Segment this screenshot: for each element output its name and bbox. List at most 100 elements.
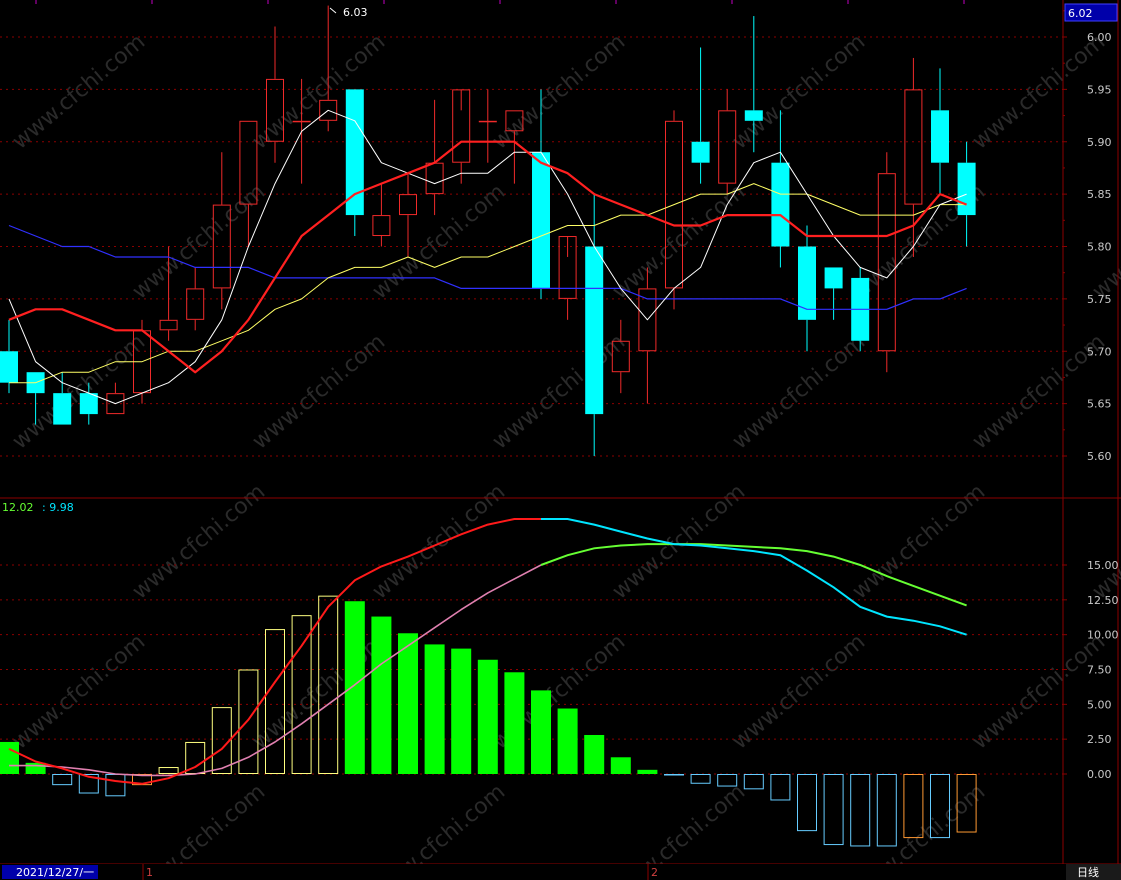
watermark-text: www.cfchi.com	[728, 329, 870, 454]
candle-body	[532, 152, 550, 289]
price-tick-label: 5.75	[1087, 293, 1112, 306]
macd-tick-label: 15.00	[1087, 559, 1119, 572]
macd-tick-label: 5.00	[1087, 698, 1112, 711]
macd-tick-label: 12.50	[1087, 594, 1119, 607]
high-price-marker	[329, 7, 337, 14]
candle[interactable]	[399, 173, 417, 257]
macd-bar[interactable]	[451, 648, 472, 774]
candle-body	[478, 120, 497, 123]
macd-bar[interactable]	[690, 774, 711, 784]
candle-body	[372, 215, 391, 237]
macd-bar[interactable]	[25, 762, 46, 774]
candle-body	[159, 319, 178, 331]
dif-value: 12.02	[2, 501, 34, 514]
macd-bar[interactable]	[850, 774, 871, 847]
macd-bar[interactable]	[344, 601, 365, 774]
candle-body	[744, 110, 763, 121]
macd-bar[interactable]	[424, 644, 445, 774]
macd-bar[interactable]	[823, 774, 844, 846]
candle[interactable]	[106, 382, 125, 415]
candle-body	[585, 246, 604, 415]
watermark-text: www.cfchi.com	[8, 629, 150, 754]
candle-body	[718, 110, 737, 184]
watermark-text: www.cfchi.com	[728, 629, 870, 754]
candle-body	[771, 162, 790, 247]
macd-bar[interactable]	[0, 741, 19, 774]
candle-body	[345, 89, 364, 216]
candle-body	[53, 393, 72, 425]
macd-bar[interactable]	[371, 616, 392, 774]
candle[interactable]	[186, 267, 205, 331]
macd-bar[interactable]	[743, 774, 764, 790]
candle[interactable]	[452, 89, 471, 184]
candle-body	[399, 194, 417, 216]
candle[interactable]	[798, 225, 816, 352]
macd-bar[interactable]	[105, 774, 126, 797]
candle[interactable]	[53, 372, 72, 425]
macd-bar[interactable]	[876, 774, 897, 847]
month-label-2: 2	[651, 866, 658, 879]
macd-bar[interactable]	[52, 774, 73, 786]
dea-value: : 9.98	[42, 501, 74, 514]
candle[interactable]	[345, 89, 364, 237]
macd-tick-label: 7.50	[1087, 664, 1112, 677]
candle[interactable]	[824, 267, 843, 320]
candle-body	[957, 162, 976, 216]
candle-body	[292, 120, 311, 123]
candle-body	[904, 89, 923, 205]
watermark-text: www.cfchi.com	[608, 179, 750, 304]
candle[interactable]	[931, 68, 949, 195]
price-tick-label: 6.00	[1087, 31, 1112, 44]
price-tick-label: 5.65	[1087, 398, 1112, 411]
candle[interactable]	[0, 319, 18, 394]
candle-body	[79, 393, 98, 415]
macd-bar[interactable]	[557, 708, 578, 774]
macd-bar[interactable]	[770, 774, 791, 801]
watermark-text: www.cfchi.com	[728, 29, 870, 154]
candle-body	[425, 162, 444, 195]
watermark-text: www.cfchi.com	[8, 29, 150, 154]
macd-tick-label: 0.00	[1087, 768, 1112, 781]
month-label-1: 1	[146, 866, 153, 879]
macd-bar[interactable]	[398, 633, 418, 774]
macd-bar[interactable]	[610, 757, 631, 774]
high-price-annotation: 6.03	[343, 6, 368, 19]
price-tick-label: 5.80	[1087, 241, 1112, 254]
watermark-text: www.cfchi.com	[488, 29, 630, 154]
macd-bar[interactable]	[531, 690, 551, 774]
candle-body	[824, 267, 843, 289]
candle[interactable]	[558, 236, 577, 320]
watermark-text: www.cfchi.com	[248, 29, 390, 154]
candle[interactable]	[478, 89, 497, 163]
macd-bar[interactable]	[584, 734, 605, 774]
price-tick-label: 5.85	[1087, 188, 1112, 201]
price-tick-label: 5.95	[1087, 83, 1112, 96]
candle[interactable]	[771, 110, 790, 268]
price-tick-label: 5.70	[1087, 345, 1112, 358]
footer-bar	[0, 864, 1121, 880]
date-label[interactable]: 2021/12/27/一	[16, 866, 94, 879]
macd-bar[interactable]	[477, 659, 498, 774]
candle-body	[691, 141, 710, 163]
watermark-text: www.cfchi.com	[488, 329, 630, 454]
macd-bar[interactable]	[504, 672, 525, 774]
candle-body	[931, 110, 949, 163]
candle-body	[186, 288, 205, 320]
macd-bar[interactable]	[664, 774, 684, 776]
price-tick-label: 5.90	[1087, 136, 1112, 149]
price-tick-label: 5.60	[1087, 450, 1112, 463]
macd-bar[interactable]	[158, 767, 179, 774]
macd-tick-label: 10.00	[1087, 629, 1119, 642]
candle[interactable]	[665, 110, 683, 310]
macd-bar[interactable]	[637, 769, 658, 774]
candle[interactable]	[372, 183, 391, 247]
macd-bar[interactable]	[797, 774, 817, 832]
watermark-text: www.cfchi.com	[248, 329, 390, 454]
macd-tick-label: 2.50	[1087, 733, 1112, 746]
candle-body	[0, 351, 18, 383]
dif-line-late	[541, 518, 967, 636]
candle[interactable]	[691, 47, 710, 184]
macd-bar[interactable]	[265, 629, 285, 774]
last-price-label: 6.02	[1068, 7, 1093, 20]
period-label: 日线	[1077, 865, 1099, 879]
